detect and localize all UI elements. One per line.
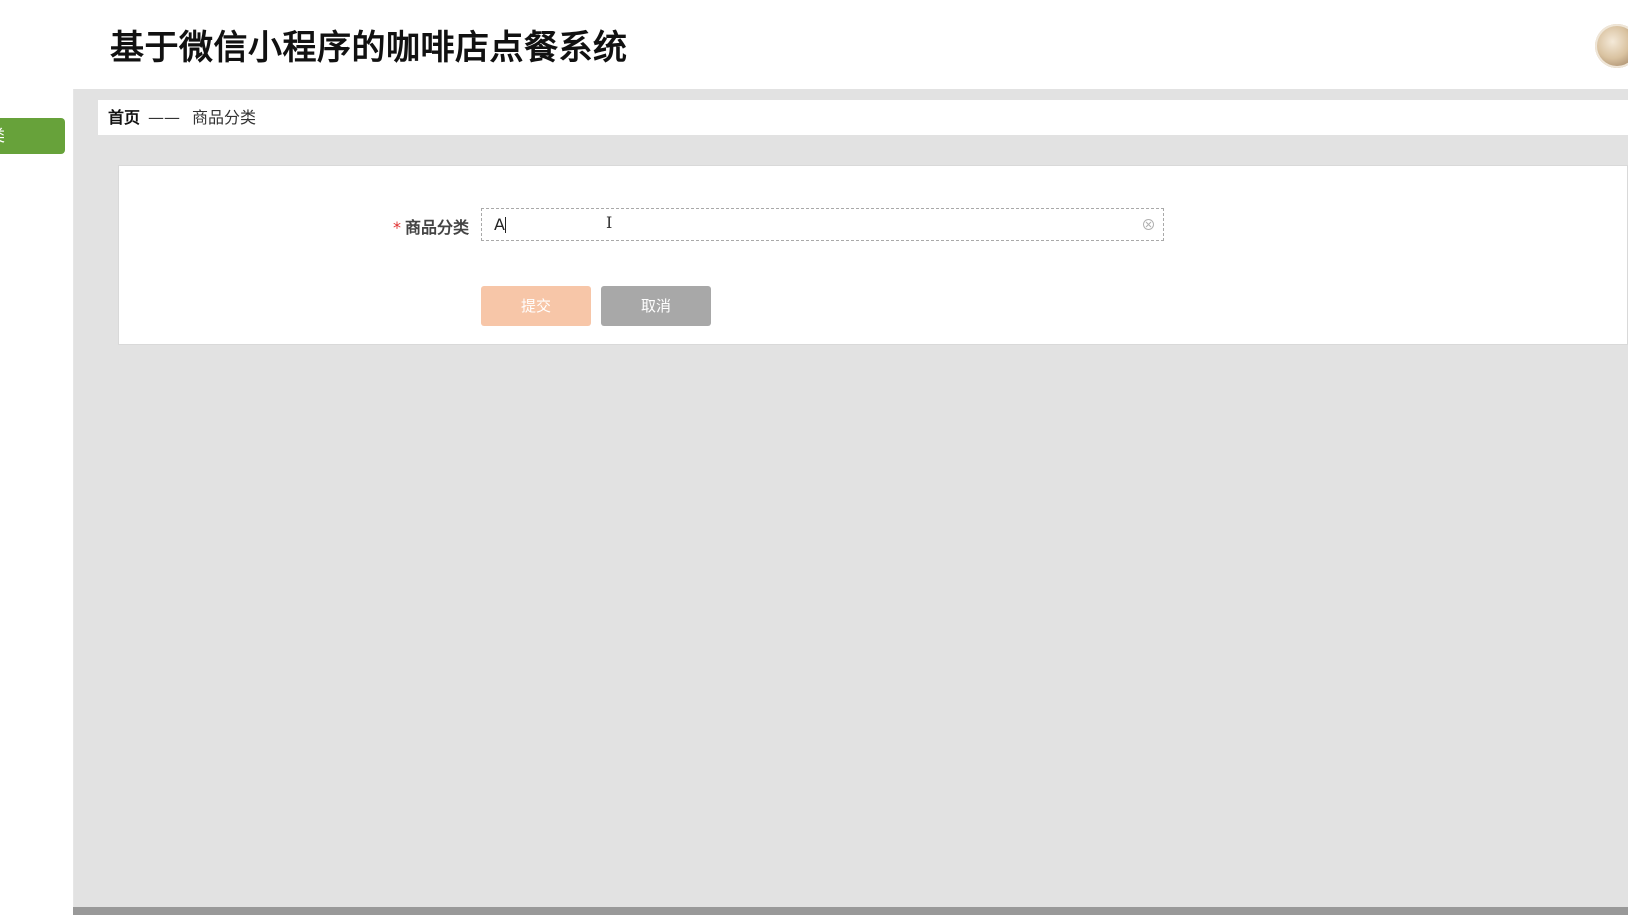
sidebar-item-label: 类 [0,118,5,154]
text-cursor-icon: I [606,213,613,232]
category-input[interactable] [482,209,1134,240]
breadcrumb-current: 商品分类 [192,108,257,127]
header: 基于微信小程序的咖啡店点餐系统 [73,0,1628,89]
breadcrumb-home[interactable]: 首页 [108,100,140,135]
cancel-button[interactable]: 取消 [601,286,711,326]
sidebar-item-product-category[interactable]: 类 [0,118,65,154]
category-label-text: 商品分类 [405,218,470,237]
breadcrumb: 首页 —— 商品分类 [98,100,1628,135]
submit-button[interactable]: 提交 [481,286,591,326]
category-input-wrapper[interactable]: I [481,208,1164,241]
page-title: 基于微信小程序的咖啡店点餐系统 [110,28,628,68]
clear-icon[interactable] [1143,219,1154,230]
bottom-scrollbar[interactable] [73,907,1628,915]
category-field-label: * 商品分类 [393,214,469,238]
form-panel: *商品分类 I 提交 取消 [118,165,1628,345]
required-mark: * [393,218,401,237]
text-caret [505,217,506,233]
breadcrumb-separator: —— [148,108,180,127]
user-avatar[interactable] [1595,24,1628,68]
sidebar: 类 理 行榜 置 理 理 [0,0,74,915]
